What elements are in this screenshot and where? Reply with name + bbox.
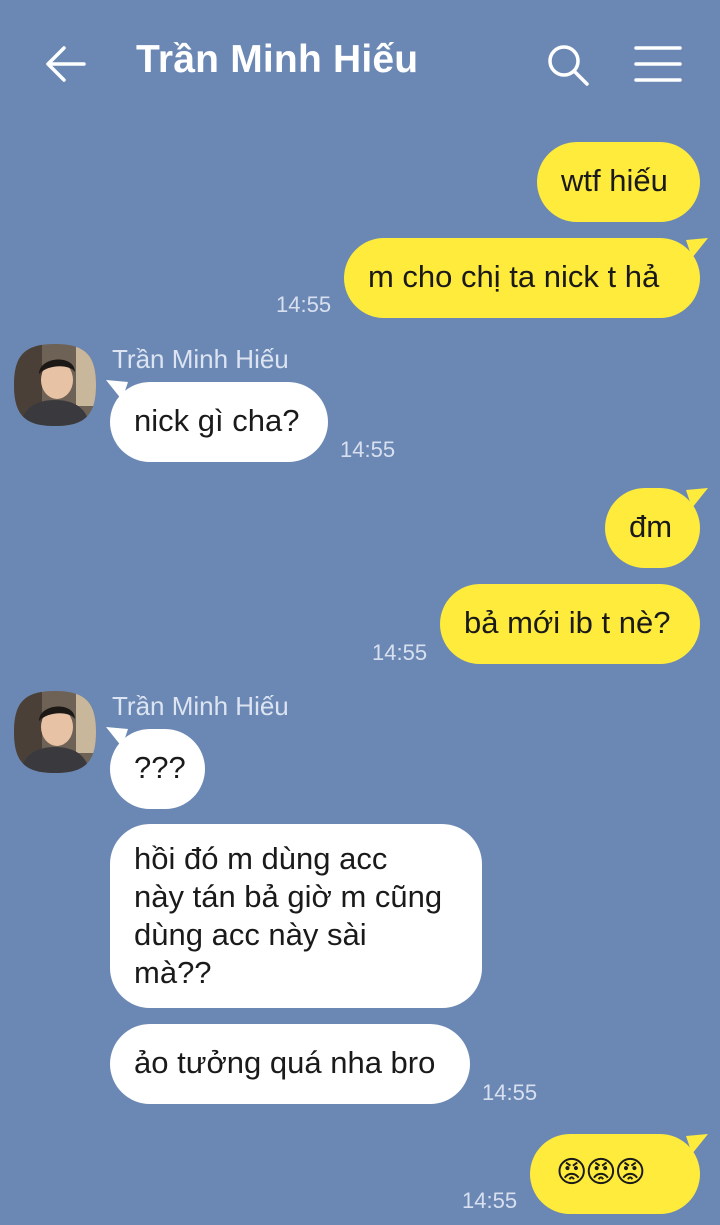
sender-name: Trần Minh Hiếu (112, 691, 289, 721)
message-text: đm (629, 509, 673, 544)
received-message[interactable]: hồi đó m dùng acc này tán bả giờ m cũng … (110, 824, 482, 1008)
bubble-tail (686, 238, 708, 258)
message-text: bả mới ib t nè? (464, 605, 671, 640)
contact-avatar[interactable] (12, 342, 98, 428)
menu-icon[interactable] (634, 45, 682, 83)
message-text: wtf hiếu (561, 163, 668, 198)
message-time: 14:55 (482, 1080, 538, 1105)
sent-message[interactable]: wtf hiếu (537, 142, 700, 222)
chat-title: Trần Minh Hiếu (136, 38, 419, 81)
bubble-tail (686, 1134, 708, 1154)
message-text: hồi đó m dùng acc này tán bả giờ m cũng … (134, 841, 443, 990)
message-text: ??? (134, 750, 186, 785)
search-icon[interactable] (546, 43, 590, 87)
sender-name: Trần Minh Hiếu (112, 344, 289, 374)
received-message[interactable]: ảo tưởng quá nha bro (110, 1024, 470, 1104)
message-time: 14:55 (276, 292, 332, 317)
message-time: 14:55 (340, 437, 396, 462)
contact-avatar[interactable] (12, 689, 98, 775)
received-message[interactable]: ??? (110, 729, 205, 809)
message-text: nick gì cha? (134, 403, 300, 438)
sent-message[interactable]: 😡😡😡 (530, 1134, 700, 1214)
sent-message[interactable]: bả mới ib t nè? (440, 584, 700, 664)
message-time: 14:55 (372, 640, 428, 665)
top-bar: Trần Minh Hiếu (0, 0, 720, 128)
message-text: 😡😡😡 (556, 1156, 646, 1189)
message-time: 14:55 (462, 1188, 518, 1213)
sent-message[interactable]: m cho chị ta nick t hả (344, 238, 700, 318)
message-text: m cho chị ta nick t hả (368, 259, 660, 294)
bubble-tail (686, 488, 708, 508)
received-message[interactable]: nick gì cha? (110, 382, 328, 462)
message-text: ảo tưởng quá nha bro (134, 1045, 436, 1080)
back-arrow-icon[interactable] (44, 44, 86, 84)
